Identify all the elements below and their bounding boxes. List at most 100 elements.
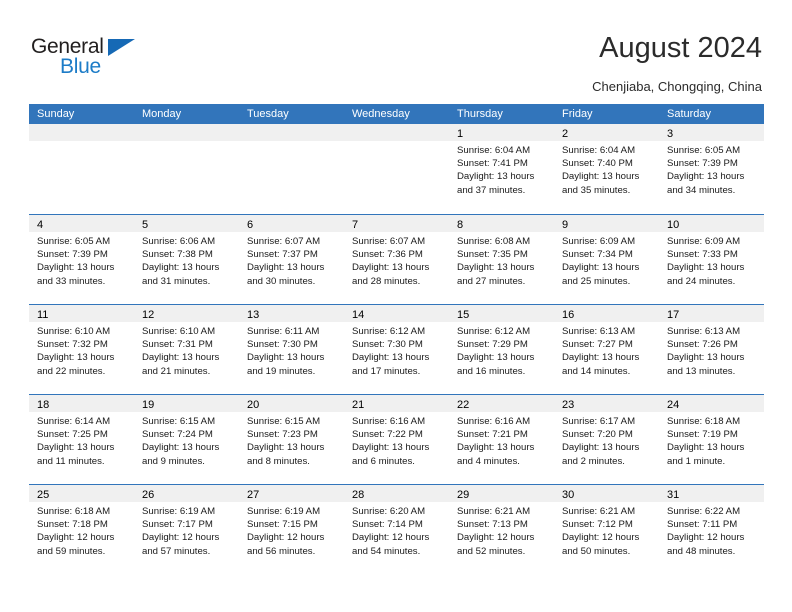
day-number: 3 — [667, 128, 674, 140]
day-sun-info: Sunrise: 6:18 AM Sunset: 7:19 PM Daylight:… — [659, 412, 764, 468]
day-sun-info: Sunrise: 6:19 AM Sunset: 7:15 PM Daylight:… — [239, 502, 344, 558]
daylight-text-cont: and 21 minutes. — [142, 365, 211, 377]
daylight-text-cont: and 6 minutes. — [352, 455, 415, 467]
day-number-strip: 22 — [449, 395, 554, 412]
calendar-day-cell[interactable]: 20 Sunrise: 6:15 AM Sunset: 7:23 PM Dayligh… — [239, 395, 344, 484]
day-sun-info: Sunrise: 6:21 AM Sunset: 7:13 PM Daylight:… — [449, 502, 554, 558]
day-number-strip: 3 — [659, 124, 764, 141]
calendar-day-cell[interactable]: 12 Sunrise: 6:10 AM Sunset: 7:31 PM Dayligh… — [134, 305, 239, 394]
calendar-day-cell[interactable]: 15 Sunrise: 6:12 AM Sunset: 7:29 PM Dayligh… — [449, 305, 554, 394]
daylight-text: Daylight: 12 hours — [562, 532, 640, 544]
daylight-text: Daylight: 13 hours — [667, 262, 745, 274]
calendar-week-row: 18 Sunrise: 6:14 AM Sunset: 7:25 PM Dayligh… — [29, 394, 764, 484]
sunrise-text: Sunrise: 6:10 AM — [37, 326, 111, 337]
calendar-day-cell[interactable]: 24 Sunrise: 6:18 AM Sunset: 7:19 PM Dayligh… — [659, 395, 764, 484]
day-sun-info: Sunrise: 6:13 AM Sunset: 7:26 PM Daylight:… — [659, 322, 764, 378]
calendar-day-cell[interactable]: 27 Sunrise: 6:19 AM Sunset: 7:15 PM Dayligh… — [239, 485, 344, 574]
day-sun-info: Sunrise: 6:15 AM Sunset: 7:24 PM Daylight:… — [134, 412, 239, 468]
daylight-text: Daylight: 13 hours — [142, 352, 220, 364]
day-number: 24 — [667, 399, 680, 411]
day-number-strip: 6 — [239, 215, 344, 232]
day-number: 5 — [142, 219, 149, 231]
day-number: 29 — [457, 489, 470, 501]
day-number: 19 — [142, 399, 155, 411]
daylight-text: Daylight: 13 hours — [562, 171, 640, 183]
day-number: 20 — [247, 399, 260, 411]
calendar-day-cell[interactable]: 6 Sunrise: 6:07 AM Sunset: 7:37 PM Daylight… — [239, 215, 344, 304]
day-number-strip: 27 — [239, 485, 344, 502]
calendar-day-cell[interactable]: 30 Sunrise: 6:21 AM Sunset: 7:12 PM Dayligh… — [554, 485, 659, 574]
calendar-day-cell[interactable]: 14 Sunrise: 6:12 AM Sunset: 7:30 PM Dayligh… — [344, 305, 449, 394]
daylight-text: Daylight: 13 hours — [142, 442, 220, 454]
day-number-strip: 26 — [134, 485, 239, 502]
calendar-day-cell[interactable]: 4 Sunrise: 6:05 AM Sunset: 7:39 PM Daylight… — [29, 215, 134, 304]
calendar-day-cell[interactable]: 16 Sunrise: 6:13 AM Sunset: 7:27 PM Dayligh… — [554, 305, 659, 394]
general-blue-logo[interactable]: General Blue — [31, 36, 161, 80]
calendar-day-cell[interactable]: 25 Sunrise: 6:18 AM Sunset: 7:18 PM Dayligh… — [29, 485, 134, 574]
calendar-day-cell[interactable]: 11 Sunrise: 6:10 AM Sunset: 7:32 PM Dayligh… — [29, 305, 134, 394]
day-sun-info — [134, 141, 239, 144]
daylight-text-cont: and 11 minutes. — [37, 455, 105, 467]
sunset-text: Sunset: 7:40 PM — [562, 158, 633, 170]
calendar-day-cell[interactable]: 7 Sunrise: 6:07 AM Sunset: 7:36 PM Daylight… — [344, 215, 449, 304]
sunrise-text: Sunrise: 6:08 AM — [457, 236, 531, 247]
day-number-strip: 18 — [29, 395, 134, 412]
daylight-text: Daylight: 13 hours — [667, 352, 745, 364]
calendar-day-cell[interactable]: 18 Sunrise: 6:14 AM Sunset: 7:25 PM Dayligh… — [29, 395, 134, 484]
calendar-day-cell-empty — [29, 124, 134, 214]
calendar-day-cell[interactable]: 17 Sunrise: 6:13 AM Sunset: 7:26 PM Dayligh… — [659, 305, 764, 394]
calendar-day-cell[interactable]: 5 Sunrise: 6:06 AM Sunset: 7:38 PM Daylight… — [134, 215, 239, 304]
calendar-day-cell[interactable]: 3 Sunrise: 6:05 AM Sunset: 7:39 PM Daylight… — [659, 124, 764, 214]
day-sun-info: Sunrise: 6:17 AM Sunset: 7:20 PM Daylight:… — [554, 412, 659, 468]
day-number-strip: 31 — [659, 485, 764, 502]
day-sun-info: Sunrise: 6:14 AM Sunset: 7:25 PM Daylight:… — [29, 412, 134, 468]
day-sun-info: Sunrise: 6:07 AM Sunset: 7:36 PM Daylight:… — [344, 232, 449, 288]
calendar-day-cell[interactable]: 10 Sunrise: 6:09 AM Sunset: 7:33 PM Dayligh… — [659, 215, 764, 304]
sunrise-text: Sunrise: 6:13 AM — [562, 326, 636, 337]
calendar-day-cell[interactable]: 8 Sunrise: 6:08 AM Sunset: 7:35 PM Daylight… — [449, 215, 554, 304]
calendar-day-cell[interactable]: 13 Sunrise: 6:11 AM Sunset: 7:30 PM Dayligh… — [239, 305, 344, 394]
daylight-text-cont: and 1 minute. — [667, 455, 726, 467]
calendar-day-cell[interactable]: 29 Sunrise: 6:21 AM Sunset: 7:13 PM Dayligh… — [449, 485, 554, 574]
daylight-text-cont: and 4 minutes. — [457, 455, 520, 467]
day-sun-info: Sunrise: 6:21 AM Sunset: 7:12 PM Daylight:… — [554, 502, 659, 558]
calendar-day-cell[interactable]: 2 Sunrise: 6:04 AM Sunset: 7:40 PM Daylight… — [554, 124, 659, 214]
calendar-day-cell[interactable]: 26 Sunrise: 6:19 AM Sunset: 7:17 PM Dayligh… — [134, 485, 239, 574]
day-number: 12 — [142, 309, 155, 321]
sunrise-text: Sunrise: 6:05 AM — [667, 145, 741, 156]
calendar-day-cell[interactable]: 21 Sunrise: 6:16 AM Sunset: 7:22 PM Dayligh… — [344, 395, 449, 484]
sunrise-text: Sunrise: 6:12 AM — [352, 326, 426, 337]
weekday-header-row: Sunday Monday Tuesday Wednesday Thursday Frid… — [29, 104, 764, 124]
sunrise-text: Sunrise: 6:09 AM — [667, 236, 741, 247]
daylight-text: Daylight: 12 hours — [457, 532, 535, 544]
day-number-strip: 5 — [134, 215, 239, 232]
sunrise-text: Sunrise: 6:12 AM — [457, 326, 531, 337]
day-number-strip — [29, 124, 134, 141]
daylight-text: Daylight: 13 hours — [247, 262, 325, 274]
calendar-day-cell-empty — [134, 124, 239, 214]
day-number: 23 — [562, 399, 575, 411]
sunset-text: Sunset: 7:13 PM — [457, 519, 528, 531]
weekday-header-friday: Friday — [562, 108, 593, 120]
calendar-day-cell[interactable]: 31 Sunrise: 6:22 AM Sunset: 7:11 PM Dayligh… — [659, 485, 764, 574]
sunrise-text: Sunrise: 6:16 AM — [352, 416, 426, 427]
sunset-text: Sunset: 7:30 PM — [247, 339, 318, 351]
calendar-day-cell[interactable]: 23 Sunrise: 6:17 AM Sunset: 7:20 PM Dayligh… — [554, 395, 659, 484]
day-sun-info — [239, 141, 344, 144]
calendar-day-cell[interactable]: 28 Sunrise: 6:20 AM Sunset: 7:14 PM Dayligh… — [344, 485, 449, 574]
day-number: 18 — [37, 399, 50, 411]
sunrise-text: Sunrise: 6:19 AM — [142, 506, 216, 517]
calendar-day-cell[interactable]: 9 Sunrise: 6:09 AM Sunset: 7:34 PM Daylight… — [554, 215, 659, 304]
calendar-day-cell[interactable]: 22 Sunrise: 6:16 AM Sunset: 7:21 PM Dayligh… — [449, 395, 554, 484]
daylight-text: Daylight: 13 hours — [247, 442, 325, 454]
sunrise-text: Sunrise: 6:07 AM — [247, 236, 321, 247]
day-number: 14 — [352, 309, 365, 321]
daylight-text-cont: and 16 minutes. — [457, 365, 526, 377]
daylight-text: Daylight: 12 hours — [142, 532, 220, 544]
day-sun-info — [344, 141, 449, 144]
day-sun-info: Sunrise: 6:16 AM Sunset: 7:22 PM Daylight:… — [344, 412, 449, 468]
calendar-day-cell[interactable]: 19 Sunrise: 6:15 AM Sunset: 7:24 PM Dayligh… — [134, 395, 239, 484]
weekday-header-monday: Monday — [142, 108, 182, 120]
calendar-day-cell[interactable]: 1 Sunrise: 6:04 AM Sunset: 7:41 PM Daylight… — [449, 124, 554, 214]
daylight-text-cont: and 52 minutes. — [457, 545, 526, 557]
